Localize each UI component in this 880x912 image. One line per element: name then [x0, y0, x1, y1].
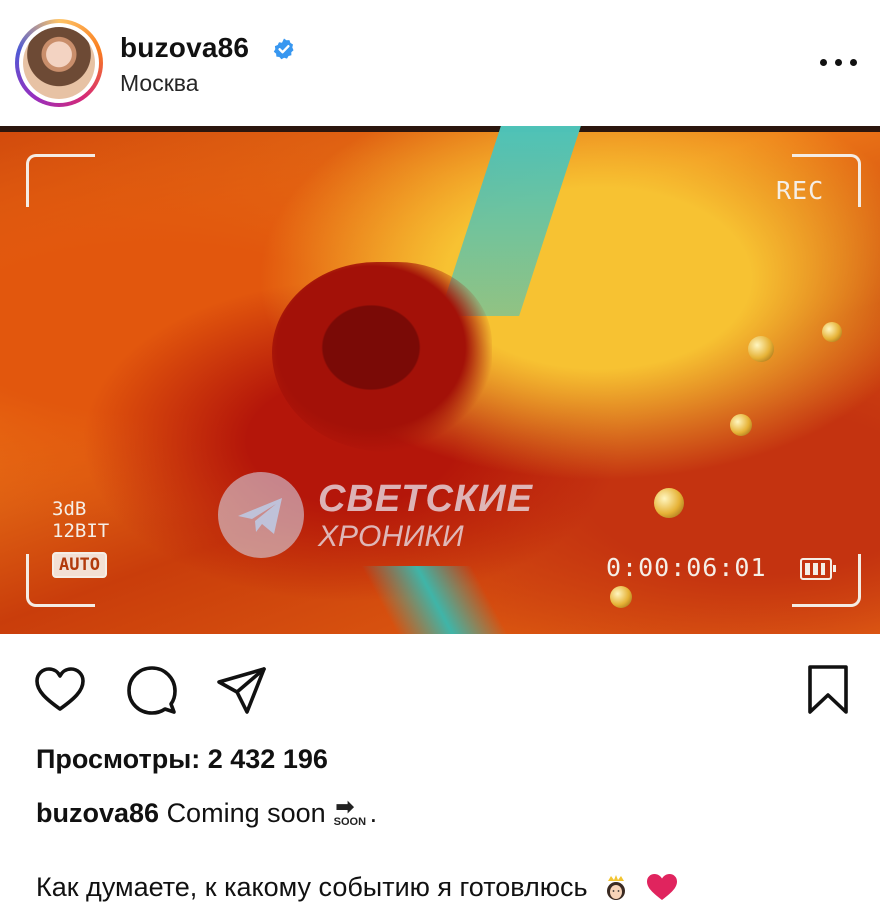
bookmark-icon — [808, 665, 848, 714]
jewel-decoration — [730, 414, 752, 436]
caption-period: . — [369, 798, 378, 828]
heart-icon — [35, 667, 85, 711]
watermark-title: СВЕТСКИЕ — [318, 478, 533, 520]
more-options-icon[interactable] — [818, 52, 860, 72]
comment-button[interactable] — [124, 662, 180, 718]
verified-badge-icon — [273, 38, 294, 60]
bit-depth-label: 12BIT — [52, 520, 110, 542]
auto-mode-badge: AUTO — [52, 552, 107, 578]
red-heart-emoji-icon — [645, 872, 679, 902]
jewel-decoration — [822, 322, 842, 342]
soon-label: SOON — [333, 816, 367, 828]
jewel-decoration — [610, 586, 632, 608]
timecode-label: 0:00:06:01 — [606, 553, 767, 582]
comment-icon — [127, 666, 177, 715]
battery-icon — [800, 558, 836, 580]
username-link[interactable]: buzova86 — [120, 32, 249, 64]
like-button[interactable] — [32, 662, 88, 718]
views-count[interactable]: Просмотры: 2 432 196 — [36, 744, 328, 775]
avatar[interactable] — [15, 19, 103, 107]
audio-level-label: 3dB — [52, 498, 87, 520]
caption-question: Как думаете, к какому событию я готовлюс… — [36, 872, 679, 903]
caption-username[interactable]: buzova86 — [36, 798, 159, 828]
caption-question-text: Как думаете, к какому событию я готовлюс… — [36, 872, 588, 902]
rec-label: REC — [776, 176, 825, 205]
action-bar — [0, 634, 880, 744]
post-media[interactable]: REC 3dB 12BIT AUTO 0:00:06:01 СВЕТСКИЕ Х… — [0, 126, 880, 634]
watermark-subtitle: ХРОНИКИ — [318, 520, 464, 553]
princess-emoji-icon — [601, 872, 631, 902]
media-teal-shadow — [361, 566, 509, 634]
viewfinder-corner-top-left — [26, 154, 95, 207]
post-caption: buzova86 Coming soon ➡ SOON. — [36, 794, 377, 830]
soon-arrow-icon: ➡ SOON — [333, 794, 367, 829]
telegram-watermark-icon — [218, 472, 304, 558]
media-lips-shape — [272, 262, 492, 452]
save-button[interactable] — [800, 662, 856, 718]
jewel-decoration — [654, 488, 684, 518]
jewel-decoration — [748, 336, 774, 362]
send-icon — [217, 667, 266, 714]
media-top-edge — [0, 126, 880, 132]
avatar-photo — [23, 27, 95, 99]
caption-text: Coming soon — [166, 798, 326, 828]
share-button[interactable] — [214, 662, 270, 718]
post-header: buzova86 Москва — [0, 0, 880, 126]
post-location[interactable]: Москва — [120, 70, 199, 97]
